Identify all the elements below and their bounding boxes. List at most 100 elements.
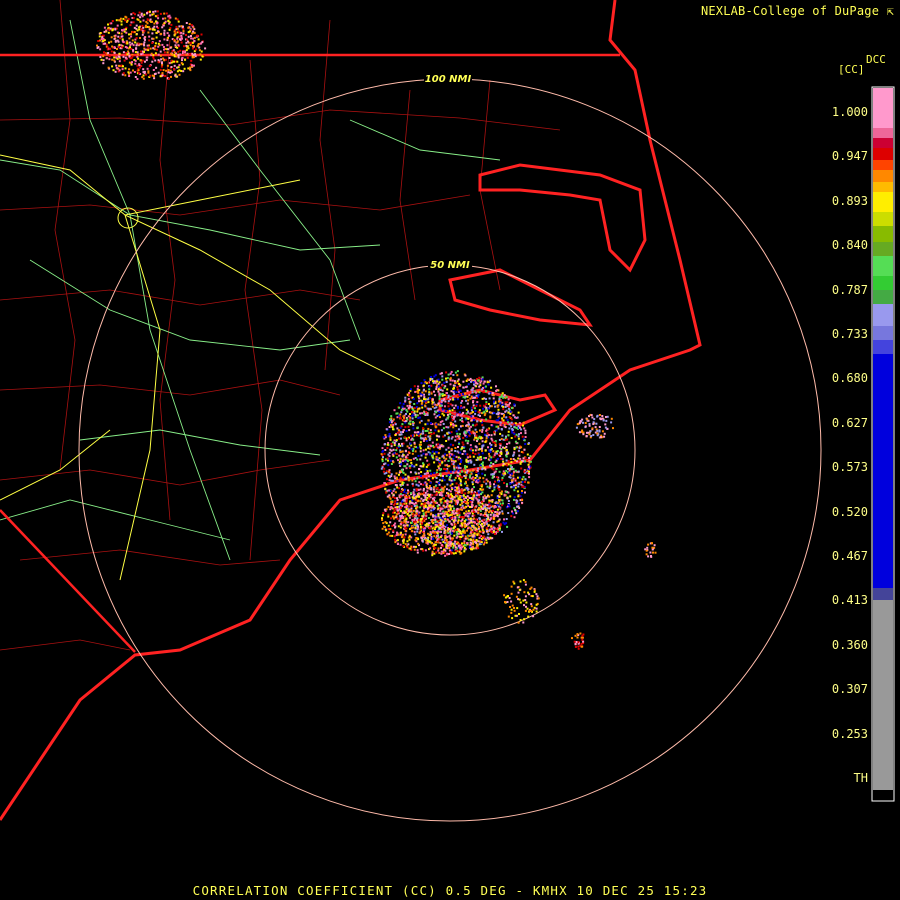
echo-pixel: [531, 595, 534, 598]
echo-pixel: [126, 46, 129, 49]
echo-pixel: [170, 52, 173, 55]
echo-pixel: [402, 545, 405, 548]
echo-pixel: [450, 474, 452, 477]
echo-pixel: [404, 506, 407, 509]
echo-pixel: [446, 541, 449, 544]
echo-pixel: [412, 515, 415, 518]
echo-pixel: [136, 55, 139, 58]
echo-pixel: [516, 499, 519, 502]
echo-pixel: [523, 591, 526, 594]
echo-pixel: [505, 455, 508, 458]
echo-pixel: [493, 486, 496, 489]
echo-pixel: [383, 452, 386, 455]
echo-pixel: [455, 508, 458, 511]
echo-pixel: [182, 50, 184, 53]
echo-pixel: [451, 404, 454, 407]
echo-pixel: [423, 530, 425, 533]
colorbar: [871, 86, 895, 802]
echo-pixel: [478, 493, 481, 496]
echo-pixel: [428, 504, 431, 507]
echo-pixel: [489, 481, 491, 484]
echo-pixel: [471, 483, 474, 486]
echo-pixel: [170, 71, 173, 74]
echo-pixel: [496, 452, 499, 455]
echo-pixel: [419, 528, 422, 531]
echo-pixel: [116, 31, 119, 34]
echo-pixel: [393, 439, 396, 442]
echo-pixel: [398, 473, 400, 476]
echo-pixel: [650, 555, 653, 558]
echo-pixel: [489, 379, 492, 382]
echo-pixel: [425, 411, 428, 414]
echo-pixel: [498, 447, 501, 450]
echo-pixel: [517, 591, 520, 594]
echo-pixel: [510, 479, 513, 482]
echo-pixel: [503, 594, 506, 597]
echo-pixel: [445, 475, 448, 477]
echo-pixel: [402, 541, 405, 544]
echo-pixel: [120, 32, 123, 35]
echo-pixel: [140, 43, 143, 46]
echo-pixel: [491, 500, 494, 503]
echo-pixel: [424, 381, 427, 384]
echo-pixel: [497, 413, 500, 416]
echo-pixel: [114, 34, 117, 37]
echo-pixel: [519, 457, 522, 460]
echo-pixel: [417, 492, 420, 495]
echo-pixel: [447, 508, 450, 511]
echo-pixel: [482, 519, 485, 522]
echo-pixel: [450, 522, 453, 525]
echo-pixel: [478, 537, 481, 539]
echo-pixel: [460, 461, 462, 463]
echo-pixel: [480, 447, 483, 450]
echo-pixel: [521, 478, 524, 481]
echo-pixel: [581, 634, 584, 637]
echo-pixel: [417, 514, 420, 517]
echo-pixel: [481, 449, 483, 452]
echo-pixel: [523, 427, 526, 430]
echo-pixel: [406, 492, 409, 495]
echo-pixel: [158, 44, 161, 47]
echo-pixel: [452, 417, 455, 420]
echo-pixel: [456, 380, 459, 383]
echo-pixel: [443, 485, 446, 488]
echo-pixel: [475, 431, 478, 433]
echo-pixel: [399, 431, 402, 434]
echo-pixel: [146, 67, 149, 70]
echo-pixel: [523, 448, 526, 451]
echo-pixel: [653, 544, 656, 547]
echo-pixel: [456, 398, 459, 401]
echo-pixel: [492, 530, 495, 533]
echo-pixel: [498, 512, 501, 515]
range-ring-labels: 100 NMI 50 NMI: [424, 72, 472, 271]
echo-pixel: [497, 404, 500, 407]
echo-pixel: [490, 424, 493, 427]
echo-pixel: [514, 486, 517, 489]
echo-pixel: [422, 499, 425, 502]
echo-pixel: [582, 640, 585, 643]
echo-pixel: [481, 424, 484, 427]
echo-pixel: [479, 476, 481, 479]
echo-pixel: [475, 539, 478, 541]
echo-pixel: [464, 431, 467, 434]
echo-pixel: [488, 486, 491, 489]
echo-pixel: [191, 64, 193, 67]
echo-pixel: [452, 374, 455, 376]
echo-pixel: [153, 77, 156, 80]
echo-pixel: [451, 495, 454, 498]
echo-pixel: [402, 476, 405, 479]
echo-pixel: [151, 60, 154, 63]
echo-pixel: [389, 459, 392, 462]
echo-pixel: [428, 437, 431, 440]
echo-pixel: [473, 419, 476, 421]
echo-pixel: [199, 53, 202, 56]
echo-pixel: [438, 460, 441, 463]
echo-pixel: [489, 504, 492, 507]
echo-pixel: [172, 49, 175, 52]
echo-pixel: [164, 20, 167, 23]
echo-pixel: [163, 29, 166, 32]
echo-pixel: [482, 543, 485, 546]
echo-pixel: [128, 68, 131, 71]
echo-pixel: [177, 56, 180, 59]
echo-pixel: [477, 414, 480, 417]
